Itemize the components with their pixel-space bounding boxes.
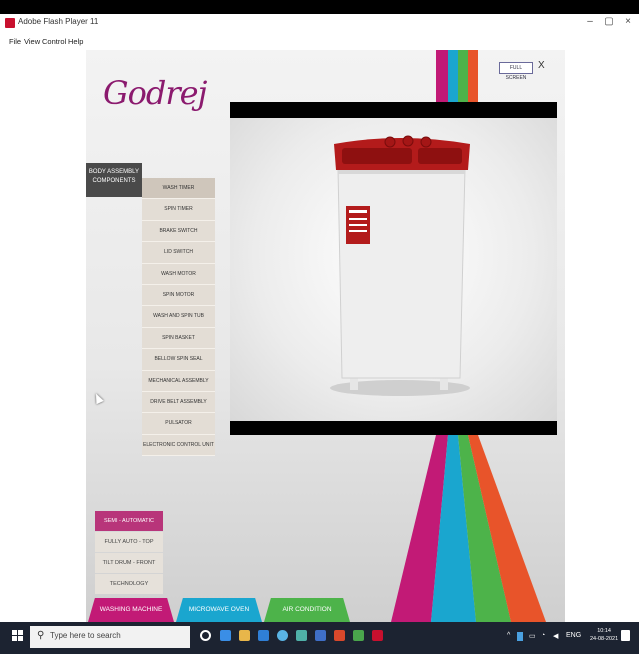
clock-time: 10:14 [597,628,611,634]
minimize-button[interactable]: – [583,16,597,27]
tray-volume-icon[interactable]: ◀ [553,632,558,640]
edge-icon[interactable] [220,630,231,641]
menu-item-wash-spin-tub[interactable]: WASH AND SPIN TUB [142,306,215,328]
close-app-button[interactable]: X [538,60,545,71]
clock-date: 24-08-2021 [590,636,619,642]
notification-icon[interactable] [621,630,630,641]
fullscreen-button[interactable]: FULL SCREEN [499,62,533,81]
app-icon-5[interactable] [277,630,288,641]
menu-help[interactable]: Help [68,37,83,46]
language-indicator[interactable]: ENG [566,632,581,639]
tray-chevron-icon[interactable]: ^ [507,632,510,639]
menu-item-wash-timer[interactable]: WASH TIMER [142,178,215,200]
category-technology[interactable]: TECHNOLOGY [95,574,163,594]
windows-start-icon[interactable] [12,630,24,642]
screen: Adobe Flash Player 11 – ▢ × File View Co… [0,0,639,654]
maximize-button[interactable]: ▢ [602,16,616,27]
left-gutter [0,50,86,622]
office-icon[interactable] [334,630,345,641]
chrome-icon[interactable] [353,630,364,641]
menu-item-pulsator[interactable]: PULSATOR [142,413,215,435]
category-semi-automatic[interactable]: SEMI - AUTOMATIC [95,511,163,531]
search-icon: ⚲ [37,630,45,641]
file-explorer-icon[interactable] [239,630,250,641]
app-icon-6[interactable] [296,630,307,641]
menu-file[interactable]: File [9,37,21,46]
menu-view[interactable]: View [24,37,40,46]
menu-bar [0,36,639,50]
menu-item-spin-timer[interactable]: SPIN TIMER [142,199,215,221]
tab-washing-machine[interactable]: WASHING MACHINE [88,598,174,622]
tab-air-condition[interactable]: AIR CONDITION [264,598,350,622]
menu-item-mechanical-assembly[interactable]: MECHANICAL ASSEMBLY [142,370,215,392]
menu-item-brake-switch[interactable]: BRAKE SWITCH [142,220,215,243]
menu-item-wash-motor[interactable]: WASH MOTOR [142,263,215,285]
body-assembly-header: BODY ASSEMBLY COMPONENTS [86,163,142,197]
stripe-blue-top [448,50,458,105]
stripe-green-top [458,50,468,105]
search-placeholder: Type here to search [50,631,121,640]
app-icon-7[interactable] [315,630,326,641]
menu-control[interactable]: Control [42,37,66,46]
tray-network-icon[interactable]: ◔ [541,632,545,639]
category-fully-auto-top[interactable]: FULLY AUTO - TOP [95,532,163,552]
washing-machine-image [330,135,470,396]
right-gutter [565,50,639,622]
top-black-bar [0,0,639,14]
menu-item-bellow-spin-seal[interactable]: BELLOW SPIN SEAL [142,349,215,371]
flash-app-icon [5,18,15,28]
flash-player-taskbar-icon[interactable] [372,630,383,641]
tab-microwave-oven[interactable]: MICROWAVE OVEN [176,598,262,622]
component-menu: WASH TIMER SPIN TIMER BRAKE SWITCH LID S… [142,178,215,457]
category-tilt-drum-front[interactable]: TILT DRUM - FRONT [95,553,163,573]
stripe-magenta-top [436,50,448,105]
window-title: Adobe Flash Player 11 [18,17,99,26]
tray-battery-icon[interactable]: ▭ [529,632,536,640]
menu-item-spin-basket[interactable]: SPIN BASKET [142,327,215,350]
taskbar-clock[interactable]: 10:14 24-08-2021 [590,627,618,643]
stripe-orange-top [468,50,478,105]
tray-people-icon[interactable] [517,632,523,641]
menu-item-drive-belt-assembly[interactable]: DRIVE BELT ASSEMBLY [142,391,215,414]
store-icon[interactable] [258,630,269,641]
godrej-logo: Godrej [103,74,207,112]
menu-item-spin-motor[interactable]: SPIN MOTOR [142,284,215,307]
cortana-icon[interactable] [200,630,211,641]
menu-item-electronic-control-unit[interactable]: ELECTRONIC CONTROL UNIT [142,434,215,457]
close-window-button[interactable]: × [621,16,635,27]
menu-item-lid-switch[interactable]: LID SWITCH [142,242,215,264]
